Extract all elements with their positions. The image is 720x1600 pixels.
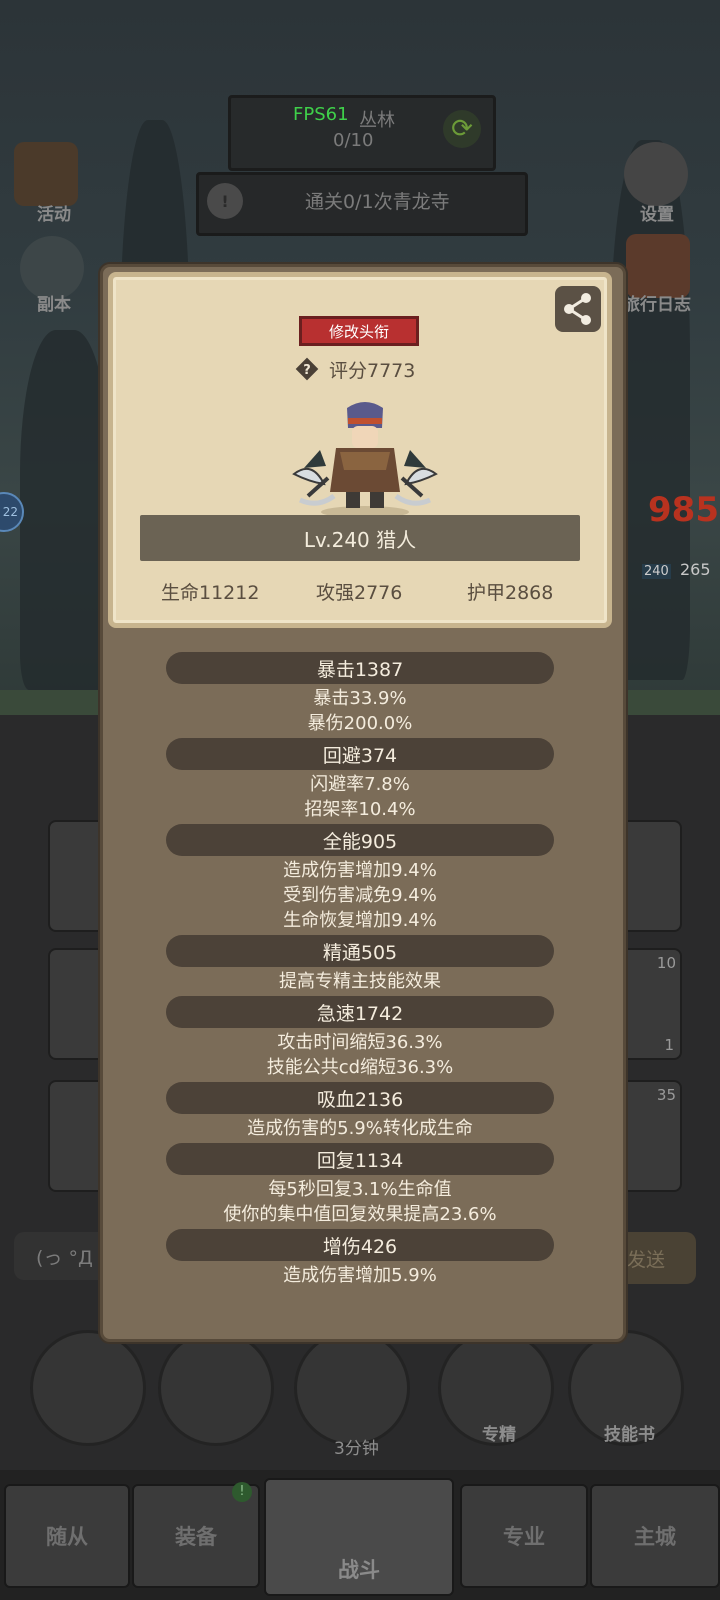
stat-section-header: 吸血2136 — [166, 1082, 554, 1114]
stat-detail: 闪避率7.8% — [310, 774, 410, 795]
stat-section-versatility: 全能905 造成伤害增加9.4% 受到伤害减免9.4% 生命恢复增加9.4% — [160, 824, 560, 933]
item-slot[interactable]: 35 — [618, 1080, 682, 1192]
task-text: 通关0/1次青龙寺 — [305, 191, 450, 213]
stat-section-damage-bonus: 增伤426 造成伤害增加5.9% — [160, 1229, 560, 1288]
notification-dot: ! — [232, 1482, 252, 1502]
potion-icon[interactable] — [30, 1330, 146, 1446]
events-label: 活动 — [37, 205, 71, 225]
stat-detail: 暴伤200.0% — [307, 713, 413, 734]
stat-detail: 造成伤害增加9.4% — [283, 860, 437, 881]
damage-number: 985 — [648, 490, 719, 530]
area-progress-box[interactable]: FPS61 丛林 0/10 ⟳ — [228, 95, 496, 171]
tab-followers[interactable]: 随从 — [4, 1484, 130, 1588]
hp-stat: 生命11212 — [161, 582, 260, 604]
stat-section-header: 全能905 — [166, 824, 554, 856]
events-icon[interactable] — [14, 142, 78, 206]
share-icon — [564, 293, 591, 325]
dungeon-label: 副本 — [37, 295, 71, 315]
chest-icon[interactable] — [294, 1330, 410, 1446]
refresh-icon[interactable]: ⟳ — [443, 110, 481, 148]
armor-stat: 护甲2868 — [467, 582, 554, 604]
stat-section-header: 急速1742 — [166, 996, 554, 1028]
slot-count: 1 — [664, 1036, 674, 1054]
area-name: 丛林 — [359, 110, 395, 131]
stat-section-regen: 回复1134 每5秒回复3.1%生命值 使你的集中值回复效果提高23.6% — [160, 1143, 560, 1227]
share-button[interactable] — [555, 286, 601, 332]
stat-section-header: 精通505 — [166, 935, 554, 967]
svg-text:?: ? — [303, 363, 311, 378]
level-class-text: Lv.240 猎人 — [303, 527, 417, 552]
chest-timer: 3分钟 — [334, 1439, 379, 1459]
warning-icon: ! — [207, 183, 243, 219]
character-sprite — [292, 402, 438, 518]
stat-section-avoidance: 回避374 闪避率7.8% 招架率10.4% — [160, 738, 560, 822]
level-class-bar: Lv.240 猎人 — [140, 515, 580, 561]
edit-title-button[interactable]: 修改头衔 — [299, 316, 419, 346]
score-text: 评分7773 — [329, 359, 416, 382]
stat-section-lifesteal: 吸血2136 造成伤害的5.9%转化成生命 — [160, 1082, 560, 1141]
stat-detail: 提高专精主技能效果 — [279, 971, 441, 992]
help-icon[interactable]: ? — [295, 357, 319, 381]
stat-section-mastery: 精通505 提高专精主技能效果 — [160, 935, 560, 994]
stat-section-header: 回避374 — [166, 738, 554, 770]
stat-detail: 攻击时间缩短36.3% — [277, 1032, 443, 1053]
stat-detail: 技能公共cd缩短36.3% — [266, 1057, 454, 1078]
stat-detail: 招架率10.4% — [304, 799, 416, 820]
stat-section-crit: 暴击1387 暴击33.9% 暴伤200.0% — [160, 652, 560, 736]
tab-profession[interactable]: 专业 — [460, 1484, 588, 1588]
stat-section-header: 暴击1387 — [166, 652, 554, 684]
enemy-hp: 265 — [680, 560, 711, 579]
secondary-stats-list: 暴击1387 暴击33.9% 暴伤200.0% 回避374 闪避率7.8% 招架… — [160, 652, 560, 1290]
stat-detail: 造成伤害增加5.9% — [283, 1265, 437, 1286]
stat-detail: 生命恢复增加9.4% — [283, 910, 437, 931]
gear-icon[interactable] — [624, 142, 688, 206]
attack-stat: 攻强2776 — [316, 582, 403, 604]
tab-battle[interactable]: 战斗 — [264, 1478, 454, 1596]
tree-silhouette — [20, 330, 110, 690]
skill-book-label: 技能书 — [604, 1425, 655, 1445]
slot-count: 10 — [656, 954, 676, 972]
fps-counter: FPS61 — [293, 104, 349, 125]
area-progress: 0/10 — [333, 130, 374, 151]
task-box[interactable]: ! 通关0/1次青龙寺 — [196, 172, 528, 236]
item-slot[interactable] — [618, 820, 682, 932]
stat-detail: 使你的集中值回复效果提高23.6% — [223, 1204, 497, 1225]
tab-main-city[interactable]: 主城 — [590, 1484, 720, 1588]
travel-log-icon[interactable] — [626, 234, 690, 298]
stat-detail: 暴击33.9% — [313, 688, 407, 709]
slot-count: 35 — [656, 1086, 676, 1104]
stat-section-header: 回复1134 — [166, 1143, 554, 1175]
settings-label: 设置 — [640, 205, 674, 225]
stat-detail: 每5秒回复3.1%生命值 — [268, 1179, 452, 1200]
score-row: ? 评分7773 — [295, 354, 415, 384]
stat-section-header: 增伤426 — [166, 1229, 554, 1261]
specialization-label: 专精 — [482, 1425, 516, 1445]
enemy-level: 240 — [642, 564, 671, 579]
stat-detail: 造成伤害的5.9%转化成生命 — [247, 1118, 473, 1139]
stat-detail: 受到伤害减免9.4% — [283, 885, 437, 906]
bread-icon[interactable] — [158, 1330, 274, 1446]
stat-section-haste: 急速1742 攻击时间缩短36.3% 技能公共cd缩短36.3% — [160, 996, 560, 1080]
item-slot[interactable]: 10 1 — [618, 948, 682, 1060]
